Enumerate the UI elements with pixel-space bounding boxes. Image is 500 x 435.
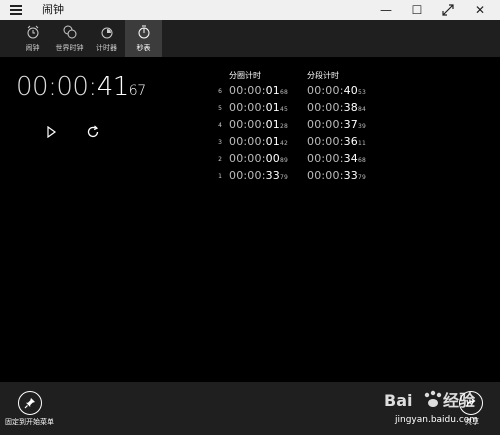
watermark-url: jingyan.baidu.com	[395, 415, 479, 425]
lap-time-cs: 45	[280, 106, 289, 113]
split-time-cs: 11	[358, 140, 367, 147]
lap-row: 4 00:00:0128 00:00:3739	[0, 117, 500, 134]
lap-header: 分圈计时	[229, 71, 261, 80]
lap-time: 00:00:0142	[229, 135, 288, 148]
minimize-button[interactable]: —	[370, 0, 402, 20]
tab-label: 世界时钟	[55, 44, 84, 52]
lap-time: 00:00:0089	[229, 152, 288, 165]
tab-label: 秒表	[136, 44, 151, 52]
lap-row: 3 00:00:0142 00:00:3611	[0, 134, 500, 151]
split-time-main: 00:00:	[307, 169, 344, 182]
lap-time-seconds: 00	[265, 152, 281, 165]
alarm-icon	[14, 24, 51, 42]
lap-time-main: 00:00:	[229, 152, 266, 165]
lap-time-cs: 28	[280, 123, 289, 130]
split-time-cs: 39	[358, 123, 367, 130]
lap-number: 5	[218, 105, 222, 112]
lap-row: 6 00:00:0168 00:00:4053	[0, 83, 500, 100]
lap-number: 3	[218, 139, 222, 146]
world-clock-icon	[51, 24, 88, 42]
split-time-seconds: 37	[343, 118, 359, 131]
pin-label: 固定到开始菜单	[5, 418, 54, 426]
tab-world-clock[interactable]: 世界时钟	[51, 20, 88, 57]
split-time-cs: 84	[358, 106, 367, 113]
lap-number: 6	[218, 88, 222, 95]
lap-time-seconds: 01	[265, 135, 281, 148]
split-time-seconds: 36	[343, 135, 359, 148]
split-time-cs: 53	[358, 89, 367, 96]
close-button[interactable]: ✕	[464, 0, 496, 20]
pin-icon	[24, 398, 35, 409]
pin-button[interactable]	[18, 391, 42, 415]
lap-time-main: 00:00:	[229, 84, 266, 97]
split-time-main: 00:00:	[307, 152, 344, 165]
lap-time-cs: 79	[280, 174, 289, 181]
tab-stopwatch[interactable]: 秒表	[125, 20, 162, 57]
split-time-seconds: 40	[343, 84, 359, 97]
split-time: 00:00:3611	[307, 135, 366, 148]
split-time-main: 00:00:	[307, 101, 344, 114]
maximize-button[interactable]: ☐	[401, 0, 433, 20]
stopwatch-icon	[125, 24, 162, 42]
lap-time-main: 00:00:	[229, 101, 266, 114]
split-time: 00:00:3739	[307, 118, 366, 131]
expand-icon	[442, 4, 454, 16]
tab-timer[interactable]: 计时器	[88, 20, 125, 57]
split-time-seconds: 33	[343, 169, 359, 182]
split-time-seconds: 34	[343, 152, 359, 165]
lap-time-seconds: 01	[265, 101, 281, 114]
app-title: 闹钟	[42, 3, 64, 16]
tab-label: 闹钟	[25, 44, 40, 52]
lap-time: 00:00:0168	[229, 84, 288, 97]
split-time: 00:00:3884	[307, 101, 366, 114]
fullscreen-button[interactable]	[432, 0, 464, 20]
split-time-main: 00:00:	[307, 135, 344, 148]
lap-time-seconds: 01	[265, 84, 281, 97]
lap-time-main: 00:00:	[229, 169, 266, 182]
lap-time-main: 00:00:	[229, 118, 266, 131]
split-time-seconds: 38	[343, 101, 359, 114]
tab-bar: 闹钟 世界时钟 计时器 秒表	[0, 20, 500, 57]
lap-time-seconds: 33	[265, 169, 281, 182]
svg-text:Bai: Bai	[384, 391, 412, 410]
lap-time-cs: 42	[280, 140, 289, 147]
lap-time-seconds: 01	[265, 118, 281, 131]
lap-time-main: 00:00:	[229, 135, 266, 148]
lap-row: 5 00:00:0145 00:00:3884	[0, 100, 500, 117]
split-time: 00:00:3379	[307, 169, 366, 182]
lap-time: 00:00:0128	[229, 118, 288, 131]
lap-time: 00:00:0145	[229, 101, 288, 114]
lap-time: 00:00:3379	[229, 169, 288, 182]
split-time-main: 00:00:	[307, 118, 344, 131]
lap-row: 1 00:00:3379 00:00:3379	[0, 168, 500, 185]
title-bar: 闹钟 — ☐ ✕	[0, 0, 500, 20]
split-time: 00:00:4053	[307, 84, 366, 97]
split-time-cs: 68	[358, 157, 367, 164]
lap-number: 2	[218, 156, 222, 163]
split-time: 00:00:3468	[307, 152, 366, 165]
lap-row: 2 00:00:0089 00:00:3468	[0, 151, 500, 168]
split-time-main: 00:00:	[307, 84, 344, 97]
tab-alarm[interactable]: 闹钟	[14, 20, 51, 57]
split-time-cs: 79	[358, 174, 367, 181]
tab-label: 计时器	[96, 44, 117, 52]
timer-icon	[88, 24, 125, 42]
lap-time-cs: 68	[280, 89, 289, 96]
split-header: 分段计时	[307, 71, 339, 80]
lap-number: 1	[218, 173, 222, 180]
lap-time-cs: 89	[280, 157, 289, 164]
hamburger-menu-icon[interactable]	[10, 4, 22, 16]
lap-number: 4	[218, 122, 222, 129]
svg-text:经验: 经验	[443, 391, 476, 410]
